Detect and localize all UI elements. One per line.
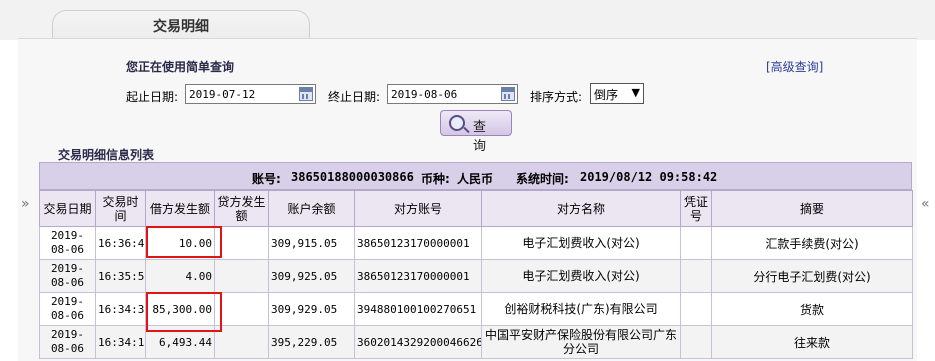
counterparty-name-cell: 创裕财税科技(广东)有限公司: [481, 292, 681, 326]
table-row[interactable]: 2019-08-06 16:35:57 4.00 309,925.05 3865…: [39, 259, 913, 293]
trade-date-cell: 2019-08-06: [39, 259, 96, 293]
balance-cell: 309,925.05: [268, 259, 355, 293]
account-value: 38650188000030866: [291, 170, 414, 184]
counterparty-name-cell: 电子汇划费收入(对公): [481, 226, 681, 260]
currency-label: 币种:: [421, 172, 450, 186]
column-header: 贷方发生额: [214, 190, 269, 227]
calendar-icon[interactable]: [299, 87, 313, 101]
query-mode-label: 您正在使用简单查询: [126, 60, 235, 74]
tab-title: 交易明细: [153, 19, 209, 35]
counterparty-account-cell: 38650123170000001: [354, 226, 482, 260]
summary-cell: 汇款手续费(对公): [711, 226, 913, 260]
balance-cell: 395,229.05: [268, 325, 355, 359]
voucher-cell: [680, 226, 712, 260]
globe-search-icon: [449, 115, 465, 131]
sort-label: 排序方式:: [530, 90, 583, 104]
highlight-box: [146, 226, 222, 258]
account-label: 账号:: [252, 172, 281, 186]
counterparty-name-cell: 电子汇划费收入(对公): [481, 259, 681, 293]
end-date-label: 终止日期:: [328, 90, 381, 104]
summary-cell: 分行电子汇划费(对公): [711, 259, 913, 293]
balance-cell: 309,929.05: [268, 292, 355, 326]
debit-cell: 4.00: [145, 259, 215, 293]
counterparty-name-cell: 中国平安财产保险股份有限公司广东分公司: [481, 325, 681, 359]
column-header: 对方账号: [354, 190, 482, 227]
credit-cell: [214, 259, 269, 293]
counterparty-account-cell: 394880100100270651: [354, 292, 482, 326]
start-date-label: 起止日期:: [126, 90, 179, 104]
query-button-label: 查 询: [473, 120, 491, 154]
calendar-icon[interactable]: [501, 87, 515, 101]
column-header: 账户余额: [268, 190, 355, 227]
column-header: 凭证号: [680, 190, 712, 227]
trade-time-cell: 16:35:57: [95, 259, 146, 293]
chevron-down-icon: ▼: [631, 86, 640, 99]
expand-left-icon[interactable]: »: [21, 196, 30, 212]
list-title: 交易明细信息列表: [58, 148, 155, 162]
system-time-value: 2019/08/12 09:58:42: [580, 170, 718, 184]
end-date-value: 2019-08-06: [391, 88, 458, 101]
column-header: 交易时间: [95, 190, 146, 227]
table-header-row: 交易日期 交易时间 借方发生额 贷方发生额 账户余额 对方账号 对方名称 凭证号…: [39, 190, 913, 227]
trade-time-cell: 16:36:48: [95, 226, 146, 260]
balance-cell: 309,915.05: [268, 226, 355, 260]
trade-time-cell: 16:34:30: [95, 292, 146, 326]
start-date-value: 2019-07-12: [189, 88, 256, 101]
trade-time-cell: 16:34:16: [95, 325, 146, 359]
voucher-cell: [680, 259, 712, 293]
highlight-box: [146, 292, 222, 332]
start-date-field[interactable]: 2019-07-12: [185, 84, 316, 104]
trade-date-cell: 2019-08-06: [39, 226, 96, 260]
voucher-cell: [680, 292, 712, 326]
column-header: 借方发生额: [145, 190, 215, 227]
column-header: 交易日期: [39, 190, 96, 227]
sort-order-value: 倒序: [594, 88, 619, 102]
credit-cell: [214, 325, 269, 359]
system-time-label: 系统时间:: [516, 172, 569, 186]
sort-order-select[interactable]: 倒序 ▼: [590, 83, 644, 104]
collapse-right-icon[interactable]: «: [921, 196, 930, 212]
summary-cell: 货款: [711, 292, 913, 326]
credit-cell: [214, 226, 269, 260]
trade-date-cell: 2019-08-06: [39, 325, 96, 359]
account-info-bar: 账号: 38650188000030866 币种: 人民币 系统时间: 2019…: [39, 162, 912, 190]
currency-value: 人民币: [457, 172, 494, 186]
counterparty-account-cell: 38650123170000001: [354, 259, 482, 293]
voucher-cell: [680, 325, 712, 359]
tab-transaction-detail[interactable]: 交易明细: [52, 10, 310, 40]
trade-date-cell: 2019-08-06: [39, 292, 96, 326]
column-header: 对方名称: [481, 190, 681, 227]
column-header: 摘要: [711, 190, 913, 227]
credit-cell: [214, 292, 269, 326]
end-date-field[interactable]: 2019-08-06: [387, 84, 518, 104]
advanced-query-link[interactable]: [高级查询]: [766, 58, 823, 75]
transaction-table: 交易日期 交易时间 借方发生额 贷方发生额 账户余额 对方账号 对方名称 凭证号…: [39, 190, 913, 359]
counterparty-account-cell: 3602014329200046626: [354, 325, 482, 359]
summary-cell: 往来款: [711, 325, 913, 359]
query-button[interactable]: 查 询: [440, 110, 512, 154]
